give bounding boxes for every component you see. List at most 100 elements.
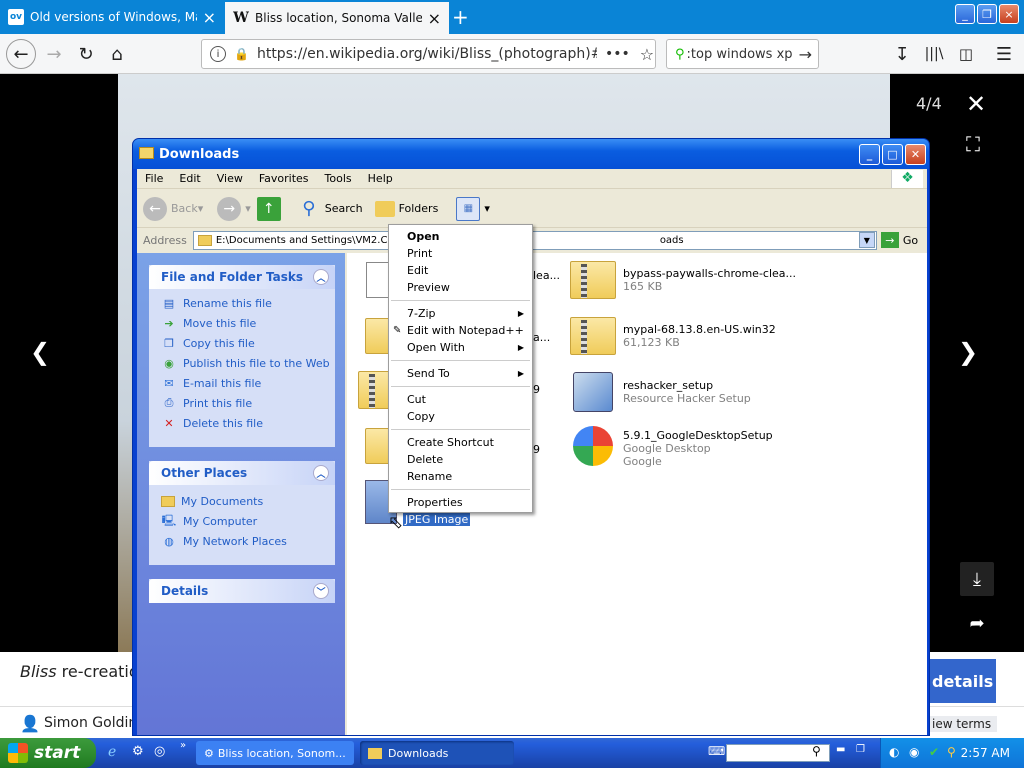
quicklaunch-icon[interactable]: ⚙ — [132, 744, 144, 759]
quicklaunch-icon[interactable]: ◎ — [154, 744, 165, 759]
back-arrow-icon[interactable]: ← — [6, 39, 36, 69]
bookmark-star-icon[interactable]: ☆ — [640, 45, 654, 64]
tab-old-versions[interactable]: ov Old versions of Windows, Mac a × — [0, 0, 224, 34]
menu-item-cut[interactable]: Cut — [389, 391, 532, 408]
menu-item-notepadpp[interactable]: ✎ Edit with Notepad++ — [389, 322, 532, 339]
menu-item-copy[interactable]: Copy — [389, 408, 532, 425]
page-actions-icon[interactable]: ••• — [605, 46, 630, 62]
explorer-title-bar[interactable]: Downloads _ □ ✕ — [133, 139, 929, 169]
search-bar[interactable]: ⚲ :top windows xp → — [666, 39, 819, 69]
search-button[interactable]: ⚲ Search — [297, 197, 362, 221]
address-field[interactable]: E:\Documents and Settings\VM2.COLL oads … — [192, 230, 877, 250]
menu-item-open[interactable]: Open — [389, 228, 532, 245]
new-tab-button[interactable]: + — [452, 5, 469, 29]
library-icon[interactable]: |||\ — [920, 40, 948, 68]
task-print[interactable]: ⎙ Print this file — [149, 393, 335, 413]
up-folder-button[interactable]: ↑ — [256, 196, 285, 221]
collapse-chevron-icon[interactable]: ︿ — [313, 269, 329, 285]
views-button[interactable]: ▦ ▾ — [456, 196, 490, 221]
forward-button[interactable]: → ▾ — [217, 196, 251, 221]
address-dropdown-icon[interactable]: ▼ — [858, 232, 875, 248]
task-copy[interactable]: ❐ Copy this file — [149, 333, 335, 353]
reload-icon[interactable]: ↻ — [72, 40, 100, 68]
taskbar-item-browser[interactable]: ⚙ Bliss location, Sonom... — [196, 741, 354, 765]
menu-item-properties[interactable]: Properties — [389, 494, 532, 511]
url-bar[interactable]: i 🔒 https://en.wikipedia.org/wiki/Bliss_… — [201, 39, 656, 69]
share-icon[interactable]: ➦ — [960, 606, 994, 640]
menu-help[interactable]: Help — [360, 172, 401, 185]
menu-item-print[interactable]: Print — [389, 245, 532, 262]
search-icon[interactable]: ⚲ — [812, 744, 821, 758]
previous-image-icon[interactable]: ❮ — [30, 338, 50, 366]
tray-icon[interactable]: ⚲ — [947, 745, 956, 759]
sidebar-icon[interactable]: ◫ — [952, 40, 980, 68]
menu-tools[interactable]: Tools — [317, 172, 360, 185]
menu-edit[interactable]: Edit — [171, 172, 208, 185]
task-rename[interactable]: ▤ Rename this file — [149, 293, 335, 313]
next-image-icon[interactable]: ❯ — [958, 338, 978, 366]
task-move[interactable]: ➔ Move this file — [149, 313, 335, 333]
menu-item-delete[interactable]: Delete — [389, 451, 532, 468]
taskbar-item-downloads[interactable]: Downloads — [360, 741, 514, 765]
folders-button[interactable]: Folders — [374, 200, 438, 217]
place-my-computer[interactable]: 🖳 My Computer — [149, 511, 335, 531]
collapse-chevron-icon[interactable]: ︿ — [313, 465, 329, 481]
tab-bliss-location[interactable]: W Bliss location, Sonoma Valley in 20 × — [225, 0, 449, 34]
go-arrow-icon[interactable]: → — [799, 45, 812, 64]
more-details-button[interactable]: details — [928, 659, 996, 703]
menu-item-preview[interactable]: Preview — [389, 279, 532, 296]
menu-item-create-shortcut[interactable]: Create Shortcut — [389, 434, 532, 451]
menu-item-rename[interactable]: Rename — [389, 468, 532, 485]
info-icon[interactable]: i — [210, 46, 226, 62]
menu-item-7zip[interactable]: 7-Zip ▶ — [389, 305, 532, 322]
menu-item-send-to[interactable]: Send To ▶ — [389, 365, 532, 382]
menu-file[interactable]: File — [137, 172, 171, 185]
ie-icon[interactable]: ℯ — [108, 744, 116, 760]
restore-icon[interactable]: ❐ — [856, 744, 865, 755]
menu-item-open-with[interactable]: Open With ▶ — [389, 339, 532, 356]
place-my-documents[interactable]: My Documents — [149, 491, 335, 511]
panel-header[interactable]: Other Places ︿ — [149, 461, 335, 485]
back-button[interactable]: ← Back ▾ — [143, 196, 203, 221]
menu-icon[interactable]: ☰ — [990, 40, 1018, 68]
view-terms-link[interactable]: iew terms — [926, 716, 998, 732]
start-button[interactable]: start — [0, 738, 96, 768]
close-button[interactable]: ✕ — [905, 144, 926, 165]
fullscreen-icon[interactable]: ⛶ — [966, 132, 980, 156]
task-publish[interactable]: ◉ Publish this file to the Web — [149, 353, 335, 373]
forward-arrow-icon[interactable]: → — [40, 40, 68, 68]
maximize-button[interactable]: □ — [882, 144, 903, 165]
keyboard-icon[interactable]: ⌨ — [708, 744, 725, 758]
close-window-button[interactable]: × — [999, 4, 1019, 24]
expand-chevron-icon[interactable]: ﹀ — [313, 583, 329, 599]
computer-icon: 🖳 — [161, 513, 177, 527]
author-name[interactable]: Simon Goldin — [44, 715, 137, 731]
menu-item-edit[interactable]: Edit — [389, 262, 532, 279]
tray-icon[interactable]: ◐ — [889, 745, 899, 759]
file-google-desktop-setup[interactable]: 5.9.1_GoogleDesktopSetup Google Desktop Go… — [569, 425, 773, 468]
file-reshacker-setup[interactable]: reshacker_setup Resource Hacker Setup — [569, 371, 751, 413]
minimize-button[interactable]: _ — [859, 144, 880, 165]
minimize-button[interactable]: _ — [955, 4, 975, 24]
file-bypass-paywalls[interactable]: bypass-paywalls-chrome-clea... 165 KB — [569, 259, 796, 301]
close-icon[interactable]: ✕ — [966, 90, 986, 118]
place-my-network[interactable]: ◍ My Network Places — [149, 531, 335, 551]
file-mypal[interactable]: mypal-68.13.8.en-US.win32 61,123 KB — [569, 315, 776, 357]
go-button[interactable]: → Go — [880, 232, 918, 248]
close-tab-icon[interactable]: × — [203, 8, 216, 27]
quicklaunch-expand-icon[interactable]: » — [180, 740, 186, 751]
menu-view[interactable]: View — [209, 172, 251, 185]
task-delete[interactable]: ✕ Delete this file — [149, 413, 335, 433]
task-email[interactable]: ✉ E-mail this file — [149, 373, 335, 393]
tray-icon[interactable]: ◉ — [909, 745, 919, 759]
close-tab-icon[interactable]: × — [428, 9, 441, 28]
panel-header[interactable]: File and Folder Tasks ︿ — [149, 265, 335, 289]
panel-header[interactable]: Details ﹀ — [149, 579, 335, 603]
restore-button[interactable]: ❐ — [977, 4, 997, 24]
menu-favorites[interactable]: Favorites — [251, 172, 317, 185]
downloads-icon[interactable]: ↧ — [888, 40, 916, 68]
home-icon[interactable]: ⌂ — [103, 40, 131, 68]
download-icon[interactable]: ⤓ — [960, 562, 994, 596]
minimize-icon[interactable]: ▬ — [836, 744, 845, 755]
tray-icon[interactable]: ✔ — [929, 745, 939, 759]
